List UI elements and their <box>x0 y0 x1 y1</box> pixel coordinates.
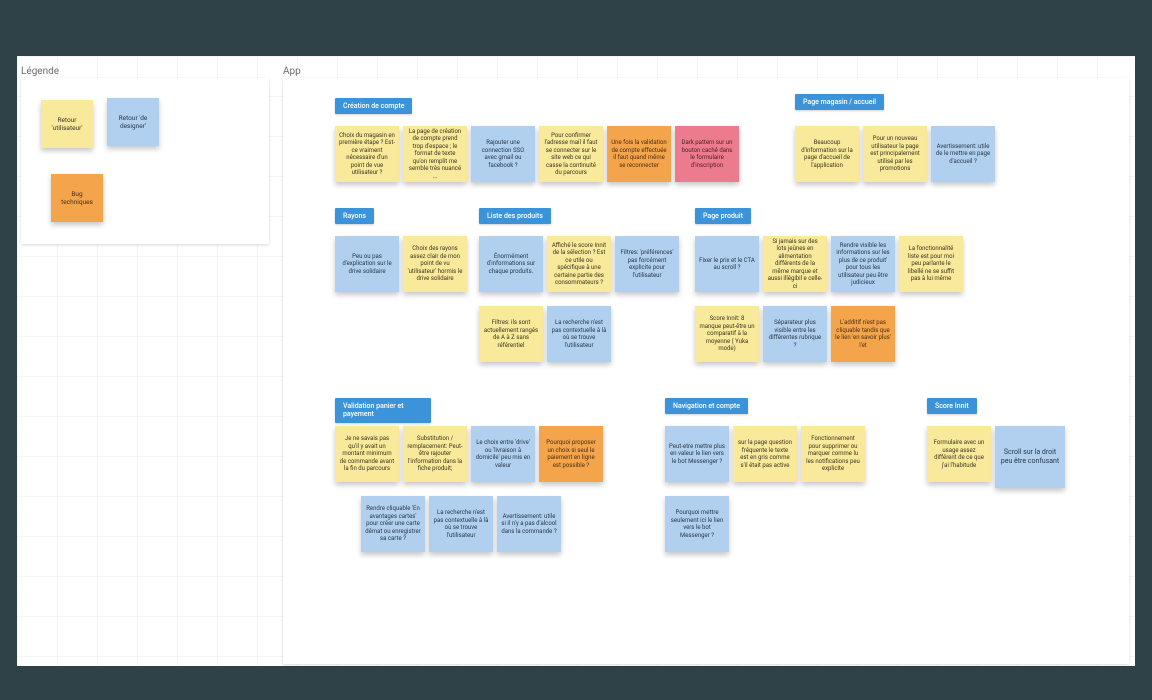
note-v5[interactable]: Rendre cliquable 'En avantages cartes' p… <box>361 496 425 552</box>
tag-navigation[interactable]: Navigation et compte <box>665 398 748 414</box>
note-c6[interactable]: Dark pattern sur un bouton caché dans le… <box>675 126 739 182</box>
tag-rayons[interactable]: Rayons <box>335 208 374 224</box>
note-l3[interactable]: Filtres: 'préférences' pas forcément exp… <box>615 236 679 292</box>
note-v6[interactable]: La recherche n'est pas contextuelle à là… <box>429 496 493 552</box>
legend-note-user[interactable]: Retour 'utilisateur' <box>41 100 93 148</box>
note-l2[interactable]: Affiché le score Innit de la sélection ?… <box>547 236 611 292</box>
note-s1[interactable]: Formulaire avec un usage assez différent… <box>927 426 991 482</box>
note-p5[interactable]: Score Innit: 8 manque peut-être un compa… <box>695 306 759 362</box>
note-r1[interactable]: Peu ou pas d'explication sur le drive so… <box>335 236 399 292</box>
tag-produit[interactable]: Page produit <box>695 208 751 224</box>
note-l5[interactable]: La recherche n'est pas contextuelle à là… <box>547 306 611 362</box>
note-p4[interactable]: La fonctionnalité liste est pour moi peu… <box>899 236 963 292</box>
legend-note-bug[interactable]: Bug techniques <box>51 174 103 222</box>
note-c5[interactable]: Une fois la validation de compte effectu… <box>607 126 671 182</box>
tag-magasin[interactable]: Page magasin / accueil <box>795 94 884 110</box>
section-title-legend: Légende <box>21 66 59 77</box>
note-c4[interactable]: Pour confirmer l'adresse mail il faut se… <box>539 126 603 182</box>
note-l4[interactable]: Filtres: ils sont actuellement rangés de… <box>479 306 543 362</box>
note-m3[interactable]: Avertissement: utile de le mettre en pag… <box>931 126 995 182</box>
note-c1[interactable]: Choix du magasin en première étape ? Est… <box>335 126 399 182</box>
tag-validation[interactable]: Validation panier et payement <box>335 398 431 423</box>
tag-score[interactable]: Score Innit <box>927 398 977 414</box>
note-n2[interactable]: sur la page question fréquente le texte … <box>733 426 797 482</box>
note-v7[interactable]: Avertissement: utile si il n'y a pas d'a… <box>497 496 561 552</box>
note-p3[interactable]: Rendre visible les informations sur les … <box>831 236 895 292</box>
note-v4[interactable]: Pourquoi proposer un choix si seul le pa… <box>539 426 603 482</box>
app-frame[interactable]: Création de compte Page magasin / accuei… <box>283 78 1129 664</box>
legend-note-designer[interactable]: Retour 'de designer' <box>107 98 159 146</box>
note-n1[interactable]: Peut-etre mettre plus en valeur le lien … <box>665 426 729 482</box>
note-l1[interactable]: Énormément d'informations sur chaque pro… <box>479 236 543 292</box>
note-v3[interactable]: Le choix entre 'drive' ou 'livraison à d… <box>471 426 535 482</box>
section-title-app: App <box>283 66 301 77</box>
legend-frame[interactable]: Retour 'utilisateur' Retour 'de designer… <box>21 78 269 244</box>
note-p2[interactable]: Si jamais sur des lots jeûnes en aliment… <box>763 236 827 292</box>
note-m2[interactable]: Pour un nouveau utilisateur la page est … <box>863 126 927 182</box>
tag-creation[interactable]: Création de compte <box>335 98 412 114</box>
note-v1[interactable]: Je ne savais pas qu'il y avait un montan… <box>335 426 399 482</box>
note-m1[interactable]: Beaucoup d'information sur la page d'acc… <box>795 126 859 182</box>
note-c2[interactable]: La page de création de compte prend trop… <box>403 126 467 182</box>
note-c3[interactable]: Rajouter une connection SSO avec gmail o… <box>471 126 535 182</box>
whiteboard-canvas[interactable]: Légende App Retour 'utilisateur' Retour … <box>17 56 1135 666</box>
tag-liste[interactable]: Liste des produits <box>479 208 551 224</box>
note-v2[interactable]: Substitution / remplacement: Peut-être r… <box>403 426 467 482</box>
note-n3[interactable]: Fonctionnement pour supprimer ou marquer… <box>801 426 865 482</box>
note-p1[interactable]: Fixer le prix et le CTA au scroll ? <box>695 236 759 292</box>
note-p7[interactable]: L'additif n'est pas cliquable tandis que… <box>831 306 895 362</box>
note-n4[interactable]: Pourquoi mettre seulement ici le lien ve… <box>665 496 729 552</box>
note-r2[interactable]: Choix des rayons assez clair de mon poin… <box>403 236 467 292</box>
note-p6[interactable]: Séparateur plus visible entre les différ… <box>763 306 827 362</box>
note-s2[interactable]: Scroll sur la droit peu être confusant <box>995 426 1065 488</box>
